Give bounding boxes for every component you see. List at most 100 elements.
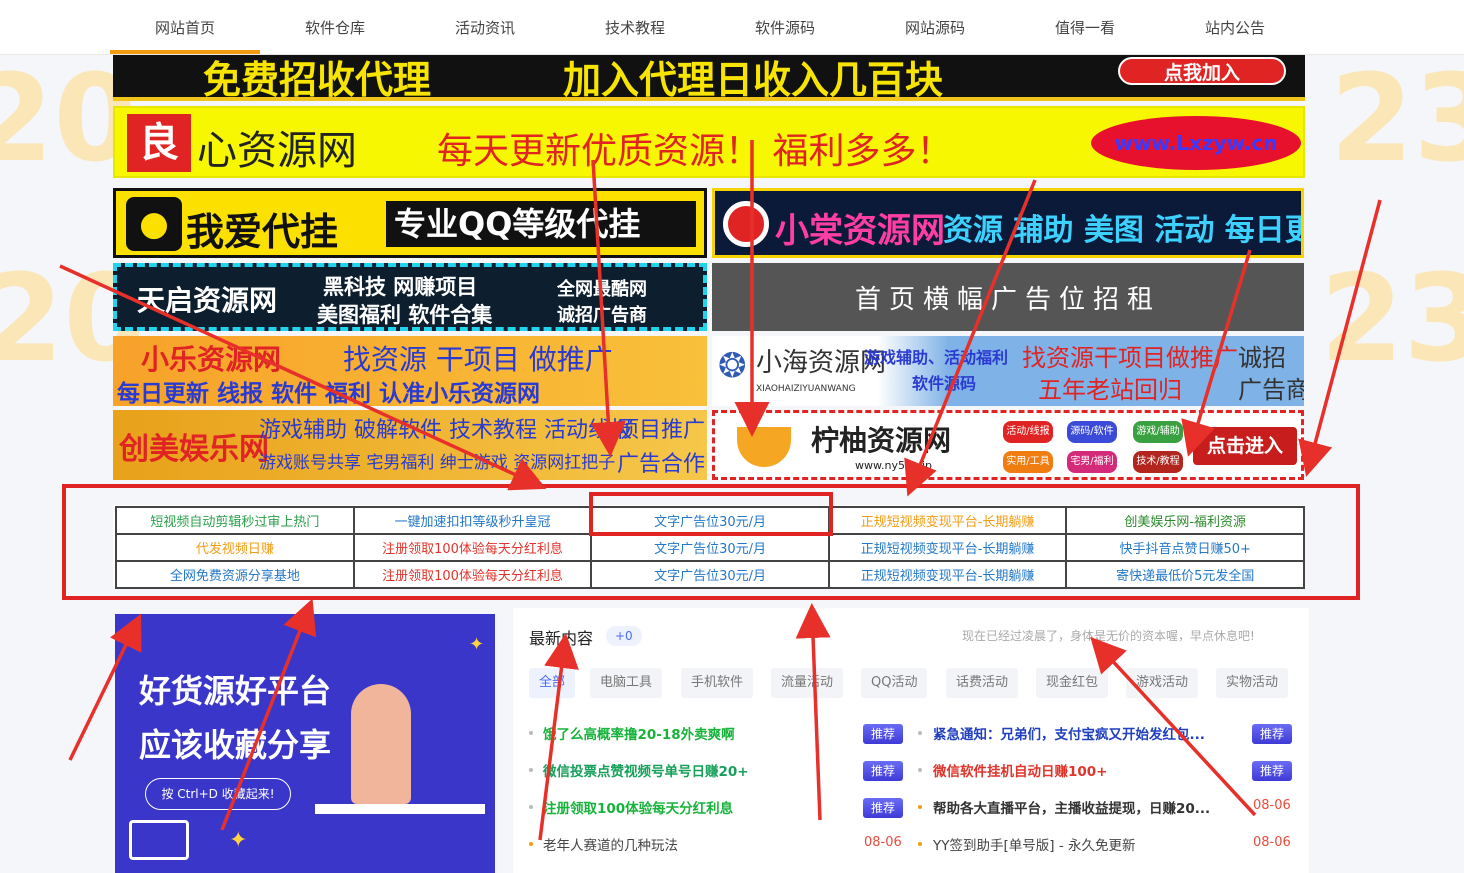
nav-software[interactable]: 软件仓库: [260, 17, 410, 38]
star-icon-2: ✦: [469, 634, 485, 655]
bullet-dot: [529, 805, 533, 809]
qq-daigua-title: 我爱代挂: [186, 210, 339, 254]
nav-announcement[interactable]: 站内公告: [1160, 17, 1310, 38]
banner-agent-recruit[interactable]: 免费招收代理 加入代理日收入几百块 点我加入: [113, 55, 1305, 101]
star-icon: ✦: [229, 828, 248, 853]
nav-home[interactable]: 网站首页: [110, 17, 260, 38]
banner-xiaohai[interactable]: ❂ 小海资源网 XIAOHAIZIYUANWANG 游戏辅助、活动福利 软件源码…: [712, 336, 1304, 406]
tab-mobile-software[interactable]: 手机软件: [681, 668, 754, 698]
nav-tutorial[interactable]: 技术教程: [560, 17, 710, 38]
xiaohai-line2: 软件源码: [912, 374, 977, 393]
tab-game[interactable]: 游戏活动: [1126, 668, 1199, 698]
top-navigation: 网站首页 软件仓库 活动资讯 技术教程 软件源码 网站源码 值得一看 站内公告: [0, 0, 1464, 55]
book-icon: [129, 820, 189, 860]
lxzyw-name: 心资源网: [197, 128, 357, 174]
list-item[interactable]: YY签到助手[单号版] - 永久免更新: [933, 834, 1135, 854]
ad-for-rent-title: 首页横幅广告位招租: [854, 284, 1161, 315]
ningyou-tag-0[interactable]: 活动/线报: [1003, 421, 1053, 443]
xiaotang-logo-icon: [723, 201, 769, 247]
promo-hint: 按 Ctrl+D 收藏起来!: [145, 778, 291, 810]
xiaohai-line6: 广告商: [1238, 376, 1304, 404]
xiaotang-desc: 资源 辅助 美图 活动 每日更新: [943, 213, 1301, 248]
tab-all[interactable]: 全部: [529, 668, 576, 698]
ningyou-tag-4[interactable]: 宅男/福利: [1067, 451, 1117, 473]
xiaohai-subtitle: XIAOHAIZIYUANWANG: [756, 384, 856, 394]
nav-site-source[interactable]: 网站源码: [860, 17, 1010, 38]
ningyou-tag-3[interactable]: 实用/工具: [1003, 451, 1053, 473]
promo-line2: 应该收藏分享: [139, 726, 332, 764]
tianqi-title: 天启资源网: [137, 284, 278, 317]
nav-worth-seeing[interactable]: 值得一看: [1010, 17, 1160, 38]
bullet-dot: [918, 731, 922, 735]
nav-activity[interactable]: 活动资讯: [410, 17, 560, 38]
bullet-dot: [918, 768, 922, 772]
banner-lxzyw[interactable]: 良 心资源网 每天更新优质资源！ 福利多多！ www.Lxzyw.cn: [113, 106, 1305, 178]
xiaohai-logo-icon: ❂: [718, 346, 747, 386]
chuangmei-title: 创美娱乐网: [119, 432, 269, 467]
banner-xiaole[interactable]: 小乐资源网 找资源 干项目 做推广 每日更新 线报 软件 福利 认准小乐资源网: [113, 336, 707, 406]
enter-button[interactable]: 点击进入: [1193, 427, 1297, 465]
desk-illustration: [315, 804, 485, 814]
tianqi-line3: 全网最酷网: [557, 279, 647, 300]
ningyou-title: 柠柚资源网: [811, 424, 952, 457]
recommend-badge: 推荐: [1252, 724, 1292, 744]
tab-phone-bill[interactable]: 话费活动: [946, 668, 1019, 698]
bg-decoration-right: 23: [1320, 250, 1464, 389]
item-date: 08-06: [1253, 798, 1291, 813]
bullet-dot: [918, 842, 922, 846]
recommend-badge: 推荐: [1252, 761, 1292, 781]
bullet-dot: [918, 805, 922, 809]
xiaohai-line3: 找资源干项目做推广: [1022, 344, 1238, 372]
chuangmei-line2: 游戏账号共享 宅男福利 绅士游戏 资源网扛把子: [259, 453, 616, 473]
banner-chuangmei[interactable]: 创美娱乐网 游戏辅助 破解软件 技术教程 活动线报 游戏账号共享 宅男福利 绅士…: [113, 410, 707, 480]
bg-decoration-right-top: 23: [1330, 50, 1464, 189]
qq-daigua-desc: 专业QQ等级代挂: [386, 201, 696, 247]
tab-cash[interactable]: 现金红包: [1036, 668, 1109, 698]
tab-physical[interactable]: 实物活动: [1216, 668, 1289, 698]
list-item[interactable]: 帮助各大直播平台，主播收益提现，日赚20...: [933, 797, 1210, 817]
banner-xiaotang[interactable]: 小棠资源网 资源 辅助 美图 活动 每日更新: [712, 188, 1304, 258]
list-item[interactable]: 老年人赛道的几种玩法: [543, 834, 678, 854]
tianqi-line4: 诚招广告商: [557, 305, 647, 326]
annotation-frame-cell: [589, 492, 833, 536]
tab-pc-tools[interactable]: 电脑工具: [590, 668, 663, 698]
xiaole-title: 小乐资源网: [141, 343, 282, 376]
banner-tianqi[interactable]: 天启资源网 黑科技 网赚项目 美图福利 软件合集 全网最酷网 诚招广告商: [113, 263, 707, 331]
xiaole-line2: 每日更新 线报 软件 福利 认准小乐资源网: [117, 381, 541, 406]
list-item[interactable]: 微信投票点赞视频号单号日赚20+: [543, 760, 749, 780]
tab-qq[interactable]: QQ活动: [861, 668, 928, 698]
xiaohai-line4: 五年老站回归: [1038, 376, 1182, 404]
latest-count-badge: +0: [606, 626, 642, 646]
xiaohai-line5: 诚招: [1238, 344, 1286, 372]
nav-software-source[interactable]: 软件源码: [710, 17, 860, 38]
bullet-dot: [529, 731, 533, 735]
xiaohai-line1: 游戏辅助、活动福利: [864, 348, 1009, 367]
tianqi-line1: 黑科技 网赚项目: [323, 275, 478, 299]
recommend-badge: 推荐: [863, 724, 903, 744]
nav-active-indicator: [110, 50, 260, 54]
ningyou-url: www.ny52.vip: [855, 459, 932, 472]
banner-ad-for-rent[interactable]: 首页横幅广告位招租: [712, 263, 1304, 331]
promo-bookmark-card[interactable]: 好货源好平台 应该收藏分享 按 Ctrl+D 收藏起来! ✦ ✦: [115, 614, 495, 873]
list-item[interactable]: 注册领取100体验每天分红利息: [543, 797, 733, 817]
lxzyw-url: www.Lxzyw.cn: [1091, 116, 1301, 170]
ningyou-tag-1[interactable]: 源码/软件: [1067, 421, 1117, 443]
promo-line1: 好货源好平台: [139, 672, 332, 710]
latest-title: 最新内容: [529, 629, 594, 648]
join-button[interactable]: 点我加入: [1118, 57, 1286, 85]
chuangmei-line4: 广告合作: [617, 452, 706, 477]
ningyou-tag-5[interactable]: 技术/教程: [1133, 451, 1183, 473]
bullet-dot: [529, 842, 533, 846]
list-item[interactable]: 微信软件挂机自动日赚100+: [933, 760, 1108, 780]
lxzyw-logo: 良: [127, 114, 191, 172]
list-item[interactable]: 紧急通知：兄弟们，支付宝疯又开始发红包...: [933, 723, 1205, 743]
chuangmei-line3: 项目推广: [617, 418, 706, 443]
banner-ningyou[interactable]: 柠柚资源网 www.ny52.vip 活动/线报 源码/软件 游戏/辅助 实用/…: [712, 410, 1304, 480]
latest-tip: 现在已经过凌晨了，身体是无价的资本喔，早点休息吧!: [962, 629, 1255, 643]
orange-icon: [737, 427, 791, 467]
ningyou-tag-2[interactable]: 游戏/辅助: [1133, 421, 1183, 443]
bullet-dot: [529, 768, 533, 772]
tab-traffic[interactable]: 流量活动: [771, 668, 844, 698]
banner-qq-daigua[interactable]: ● 我爱代挂 专业QQ等级代挂: [113, 188, 707, 258]
list-item[interactable]: 饿了么高概率撸20-18外卖爽啊: [543, 723, 735, 743]
